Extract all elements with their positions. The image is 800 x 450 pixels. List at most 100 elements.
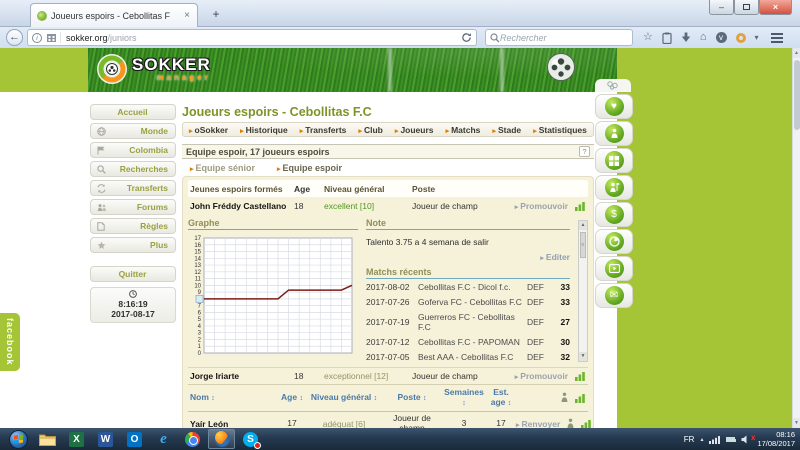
fire-link[interactable]: ▸Renvoyer <box>516 419 560 428</box>
nav-item-osokker[interactable]: ▸oSokker <box>189 125 228 135</box>
nav-item-matchs[interactable]: ▸Matchs <box>446 125 481 135</box>
sort-nom[interactable]: Nom ↕ <box>190 393 278 403</box>
taskbar-excel[interactable]: X <box>63 429 90 449</box>
nav-item-club[interactable]: ▸Club <box>358 125 382 135</box>
taskbar-skype[interactable]: S <box>237 429 264 449</box>
sidebar-item-plus[interactable]: Plus <box>90 237 176 253</box>
player-name[interactable]: Yaír León <box>190 419 278 428</box>
nav-item-stade[interactable]: ▸Stade <box>492 125 521 135</box>
start-button[interactable] <box>5 429 32 449</box>
scroll-up-icon[interactable]: ▲ <box>579 221 587 230</box>
quicklink-calendar-button[interactable] <box>595 148 633 173</box>
taskbar-explorer[interactable] <box>34 429 61 449</box>
quicklink-media-button[interactable] <box>595 256 633 281</box>
sidebar-item-regles[interactable]: Règles <box>90 218 176 234</box>
taskbar-outlook[interactable]: O <box>121 429 148 449</box>
scrollbar-thumb[interactable] <box>794 60 800 130</box>
facebook-tab[interactable]: facebook <box>0 313 20 371</box>
menu-hamburger-icon[interactable] <box>771 33 783 43</box>
sokker-logo[interactable]: SOKKER manager <box>96 53 211 85</box>
nav-item-transferts[interactable]: ▸Transferts <box>300 125 347 135</box>
language-indicator[interactable]: FR <box>684 435 695 444</box>
site-permissions-icon[interactable] <box>47 33 56 42</box>
match-link[interactable]: Cebollitas F.C - Dicol f.c. <box>418 282 523 292</box>
back-button[interactable]: ← <box>6 29 23 46</box>
quicklink-mail-button[interactable]: ✉ <box>595 283 633 308</box>
match-link[interactable]: Goferva FC - Cebollitas F.C <box>418 297 523 307</box>
new-tab-button[interactable]: + <box>205 7 227 25</box>
page-scrollbar[interactable]: ▲ ▼ <box>792 48 800 428</box>
sort-niveau[interactable]: Niveau général ↕ <box>306 393 382 403</box>
browser-tab[interactable]: Joueurs espoirs - Cebollitas F × <box>30 3 198 27</box>
scroll-down-icon[interactable]: ▼ <box>793 418 800 428</box>
match-link[interactable]: Cebollitas F.C - PAPOMAN <box>418 337 523 347</box>
sort-age[interactable]: Age ↕ <box>278 393 306 403</box>
edit-note-link[interactable]: ▸Editer <box>366 252 570 262</box>
url-bar[interactable]: i sokker.org /juniors <box>27 29 477 46</box>
battery-icon[interactable] <box>726 437 735 442</box>
player-name[interactable]: John Fréddy Castellano <box>190 201 290 211</box>
graph-column: Graphe 01234567891011121314151617 <box>188 218 358 364</box>
taskbar-ie[interactable]: e <box>150 429 177 449</box>
hidden-icons-caret[interactable]: ▴ <box>700 436 703 443</box>
quicklink-favorites-button[interactable]: ♥ <box>595 94 633 119</box>
taskbar-firefox-active[interactable] <box>208 429 235 449</box>
quicklink-trainer-button[interactable] <box>595 175 633 200</box>
nav-item-joueurs[interactable]: ▸Joueurs <box>395 125 434 135</box>
restore-button[interactable] <box>734 0 759 15</box>
sidebar-item-forums[interactable]: Forums <box>90 199 176 215</box>
sidebar-item-transferts[interactable]: Transferts <box>90 180 176 196</box>
player-name[interactable]: Jorge Iriarte <box>190 371 290 381</box>
compare-icon[interactable] <box>554 392 570 403</box>
nav-item-historique[interactable]: ▸Historique <box>240 125 288 135</box>
panel-scrollbar-thumb[interactable]: ≡ <box>580 232 586 258</box>
sort-semaines[interactable]: Semaines↕ <box>442 388 486 408</box>
clipboard-icon[interactable] <box>662 32 672 44</box>
match-link[interactable]: Best AAA - Cebollitas F.C <box>418 352 523 362</box>
sort-poste[interactable]: Poste ↕ <box>382 393 442 403</box>
minimize-button[interactable]: – <box>709 0 734 15</box>
nav-item-statistiques[interactable]: ▸Statistiques <box>533 125 587 135</box>
search-input[interactable] <box>500 33 610 43</box>
promote-link[interactable]: ▸Promouvoir <box>514 201 568 211</box>
quicklink-players-button[interactable] <box>595 121 633 146</box>
network-icon[interactable] <box>709 435 720 444</box>
chart-icon[interactable] <box>568 370 586 382</box>
compare-icon[interactable] <box>560 418 576 428</box>
sidebar-item-recherches[interactable]: Recherches <box>90 161 176 177</box>
taskbar-chrome[interactable] <box>179 429 206 449</box>
overflow-caret-icon[interactable]: ▾ <box>755 33 759 42</box>
scroll-down-icon[interactable]: ▼ <box>579 352 587 361</box>
sort-est-age[interactable]: Est. age ↕ <box>486 388 516 408</box>
promote-link[interactable]: ▸Promouvoir <box>514 371 568 381</box>
arrow-icon: ▸ <box>277 166 281 173</box>
chart-icon[interactable] <box>576 418 592 428</box>
tab-equipe-senior[interactable]: ▸Equipe sénior <box>190 163 255 173</box>
addon-icon[interactable] <box>736 33 746 43</box>
taskbar-word[interactable]: W <box>92 429 119 449</box>
match-link[interactable]: Guerreros FC - Cebollitas F.C <box>418 312 523 332</box>
panel-scrollbar[interactable]: ▲ ≡ ▼ <box>578 220 588 362</box>
home-icon[interactable]: ⌂ <box>700 32 707 43</box>
help-icon[interactable]: ? <box>579 146 590 157</box>
bookmark-star-icon[interactable]: ☆ <box>643 32 653 43</box>
volume-muted-icon[interactable]: x <box>741 435 751 444</box>
chart-icon[interactable] <box>570 392 586 404</box>
quicklink-finances-button[interactable]: $ <box>595 202 633 227</box>
reload-icon[interactable] <box>461 32 472 43</box>
info-icon[interactable]: i <box>32 33 42 43</box>
search-bar[interactable] <box>485 29 633 46</box>
taskbar-clock[interactable]: 08:16 17/08/2017 <box>757 430 795 449</box>
tab-close-icon[interactable]: × <box>183 11 191 21</box>
sidebar-item-colombia[interactable]: Colombia <box>90 142 176 158</box>
quicklink-stats-button[interactable] <box>595 229 633 254</box>
close-button[interactable]: × <box>759 0 792 15</box>
pocket-icon[interactable]: v <box>716 32 727 43</box>
downloads-icon[interactable] <box>681 32 691 43</box>
sidebar-item-accueil[interactable]: Accueil <box>90 104 176 120</box>
sidebar-item-quitter[interactable]: Quitter <box>90 266 176 282</box>
sidebar-item-monde[interactable]: Monde <box>90 123 176 139</box>
scroll-up-icon[interactable]: ▲ <box>793 48 800 58</box>
chart-icon[interactable] <box>568 200 586 212</box>
tab-equipe-espoir[interactable]: ▸Equipe espoir <box>277 163 342 173</box>
